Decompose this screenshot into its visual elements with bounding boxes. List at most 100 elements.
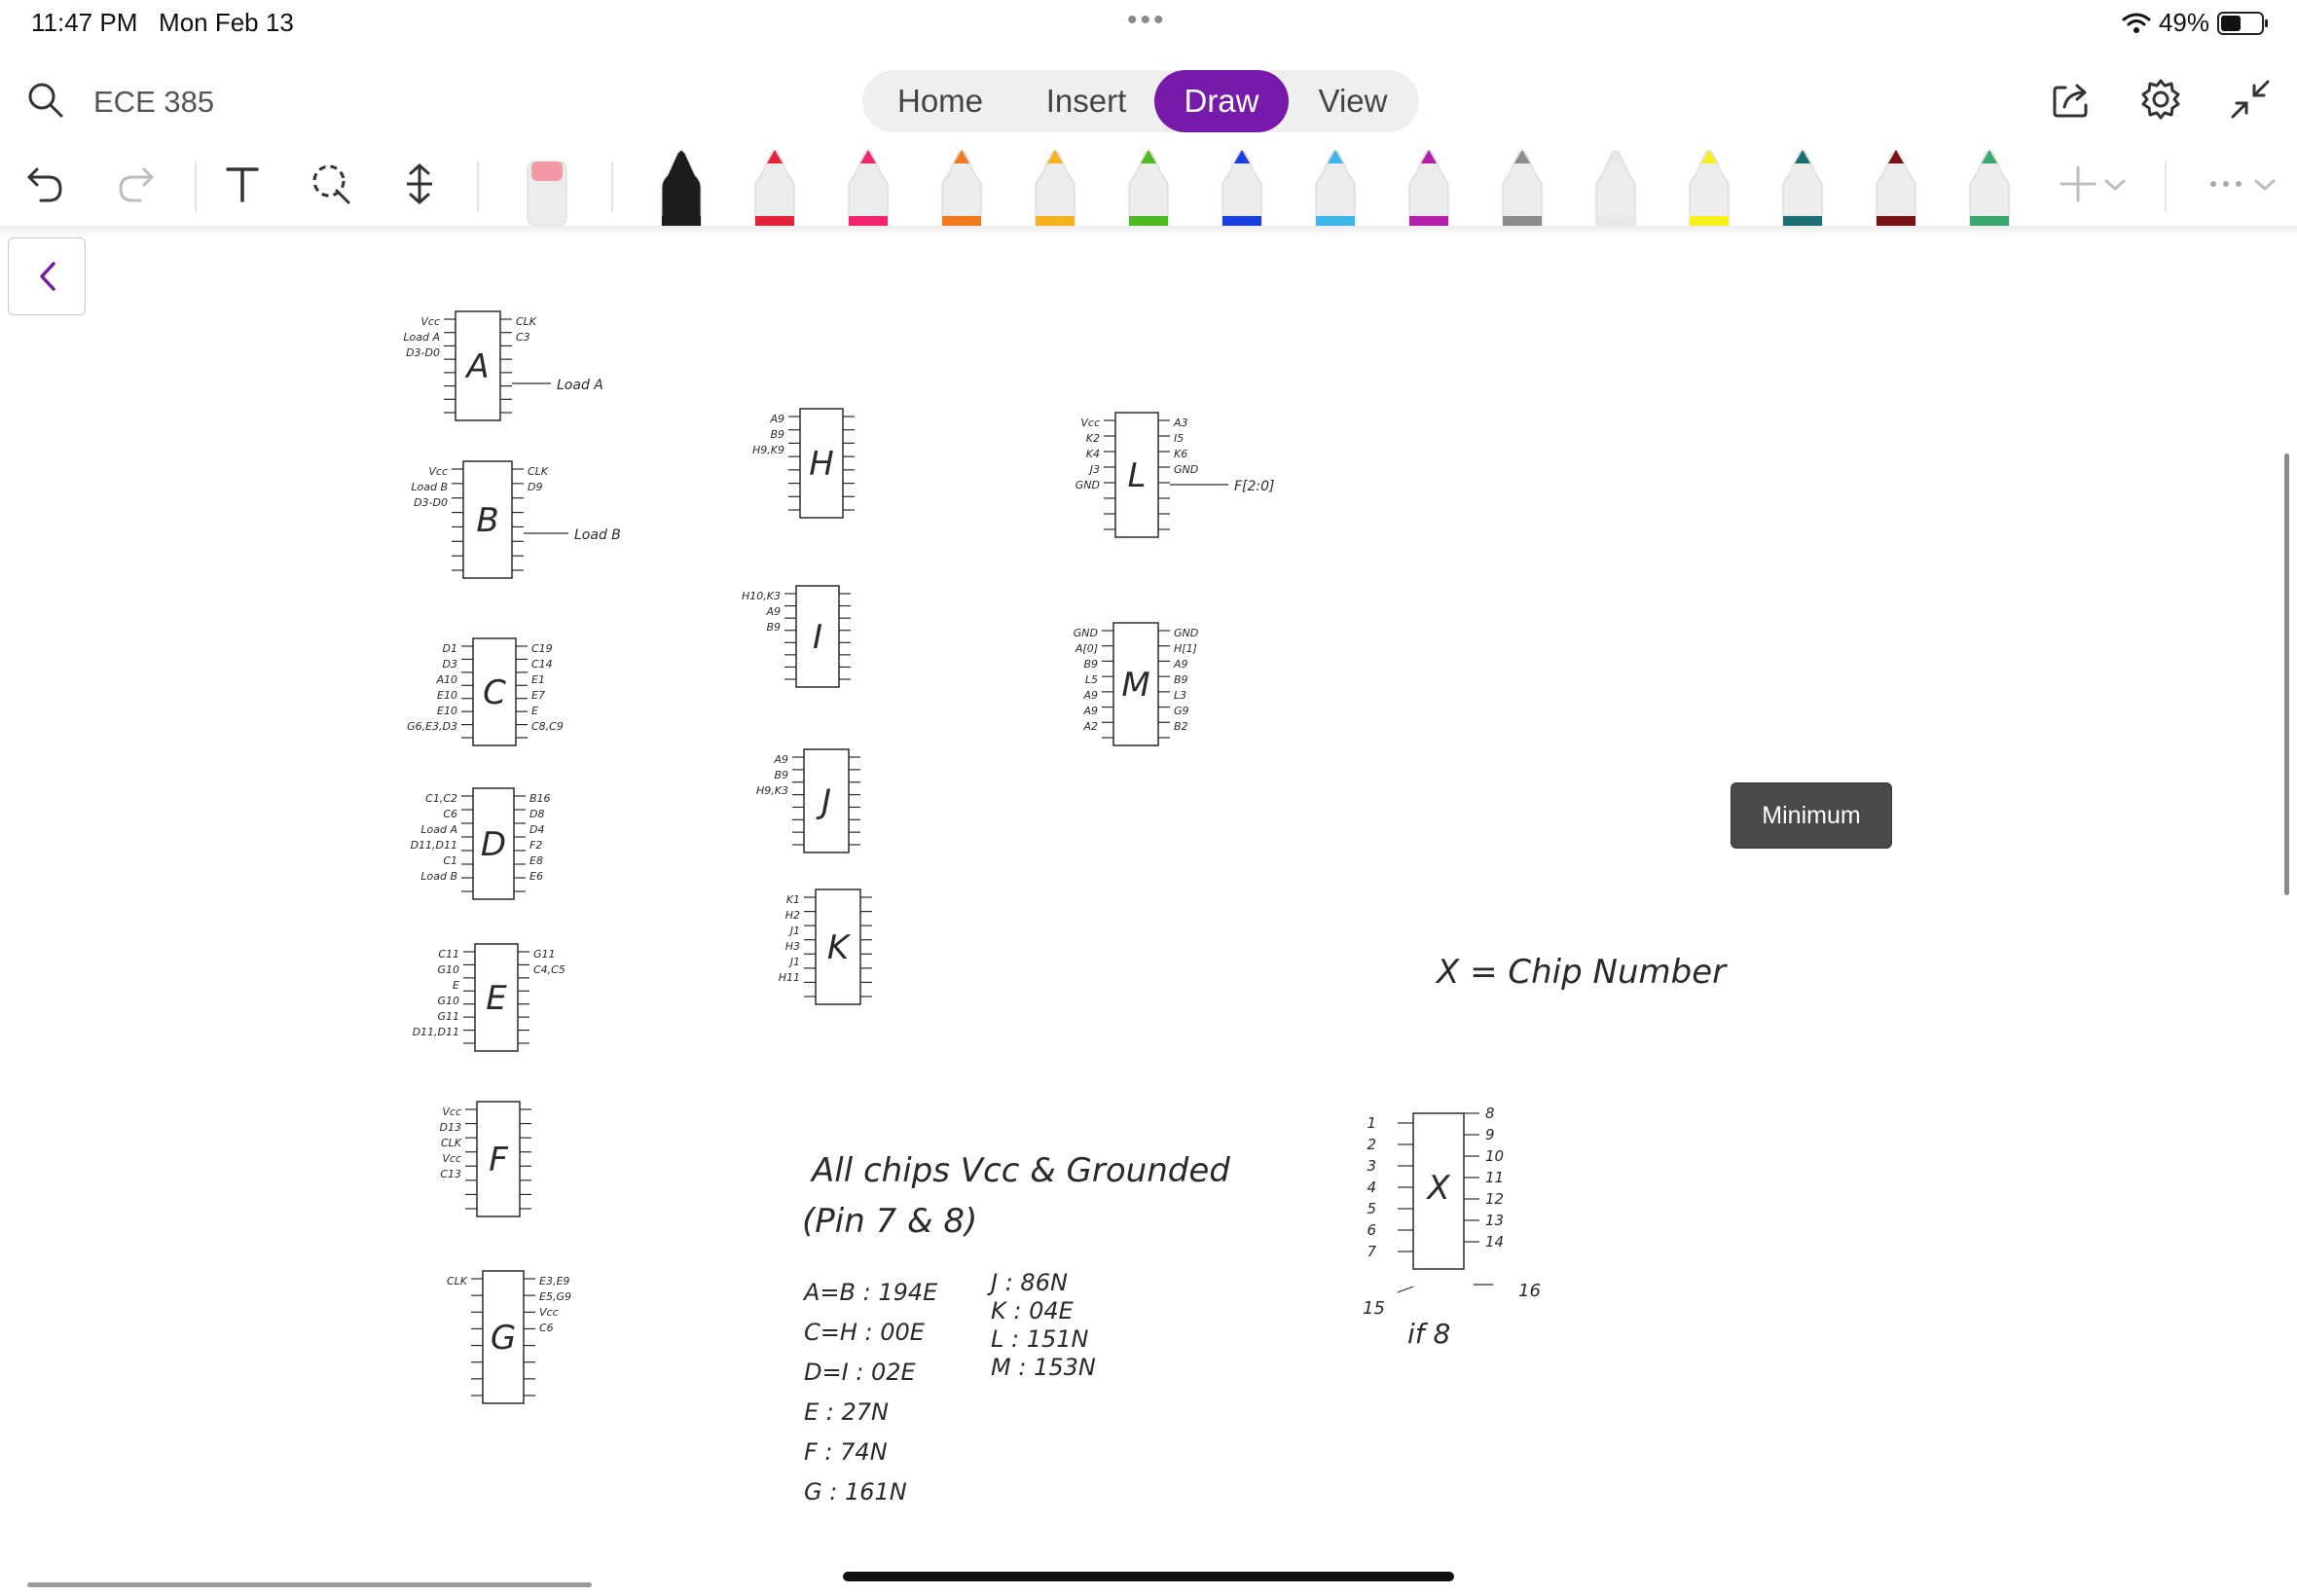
lasso-icon[interactable]	[308, 162, 352, 206]
pin-label: H9,K9	[752, 444, 784, 456]
vertical-scrollbar[interactable]	[2284, 453, 2289, 895]
add-space-icon[interactable]	[397, 162, 442, 206]
tab-view[interactable]: View	[1293, 70, 1413, 132]
pin-label: L3	[1174, 689, 1186, 702]
pin-label: E3,E9	[539, 1275, 569, 1288]
settings-icon[interactable]	[2139, 78, 2182, 121]
pin-label: K1	[786, 893, 800, 906]
chip-b-label: B	[476, 501, 498, 540]
chevron-down-icon[interactable]	[2100, 162, 2130, 206]
wire-label: Load A	[557, 378, 603, 393]
share-icon[interactable]	[2050, 78, 2093, 121]
tab-draw[interactable]: Draw	[1154, 70, 1289, 132]
tab-home[interactable]: Home	[872, 70, 1008, 132]
toolbar-divider	[477, 162, 479, 212]
pin-label: G10	[437, 995, 459, 1007]
all-chips-note: All chips Vcc & Grounded	[810, 1151, 1230, 1190]
chip-l-label: L	[1128, 456, 1147, 495]
pin-number: 10	[1485, 1147, 1504, 1165]
pin-label: CLK	[516, 315, 537, 328]
pin-label: C1	[443, 854, 457, 867]
pin-label: E10	[437, 689, 457, 702]
pin-label: Load A	[403, 331, 440, 344]
pen-dark-red-galaxy[interactable]	[1869, 148, 1923, 226]
pin-label: H3	[785, 940, 800, 953]
pin-label: GND	[1076, 479, 1100, 491]
pin-label: K6	[1174, 448, 1187, 460]
undo-icon[interactable]	[23, 162, 68, 206]
part-list-item: A=B : 194E	[802, 1279, 938, 1306]
part-list-item: K : 04E	[991, 1297, 1075, 1324]
pin-label: G11	[437, 1010, 459, 1023]
pin-label: E	[453, 979, 459, 992]
tab-insert[interactable]: Insert	[1018, 70, 1154, 132]
pin-label: A9	[1082, 705, 1098, 717]
pen-yellow-highlighter[interactable]	[1682, 148, 1736, 226]
note-canvas[interactable]: AVccLoad AD3-D0CLKC3Load ABVccLoad BD3-D…	[0, 237, 2297, 1596]
pin-label: A[0]	[1075, 642, 1098, 655]
pen-gray[interactable]	[1495, 148, 1550, 226]
pen-yellow-orange[interactable]	[1028, 148, 1082, 226]
search-icon[interactable]	[25, 80, 64, 119]
pen-pink[interactable]	[841, 148, 895, 226]
chip-x-label: X	[1425, 1169, 1450, 1208]
chip-j-label: J	[816, 782, 831, 821]
ribbon-tabs: Home Insert Draw View	[862, 70, 1419, 132]
chip-i-label: I	[813, 618, 822, 657]
pen-orange[interactable]	[934, 148, 989, 226]
pin-label: C4,C5	[533, 963, 565, 976]
pin-label: Vcc	[1080, 417, 1100, 429]
home-indicator[interactable]	[843, 1572, 1454, 1581]
pin-label: GND	[1074, 627, 1098, 639]
pin-number: 2	[1367, 1136, 1376, 1153]
more-options-icon[interactable]	[2204, 162, 2248, 206]
pin-label: L5	[1085, 673, 1098, 686]
pen-green[interactable]	[1121, 148, 1176, 226]
pen-rainbow[interactable]	[1962, 148, 2017, 226]
pin-number: 13	[1485, 1212, 1504, 1229]
pin-label: GND	[1174, 627, 1198, 639]
notebook-title[interactable]: ECE 385	[93, 85, 214, 120]
pen-blue[interactable]	[1215, 148, 1269, 226]
toolbar-divider	[195, 162, 197, 212]
add-pen-icon[interactable]	[2056, 162, 2100, 206]
pen-white[interactable]	[1588, 148, 1643, 226]
horizontal-scrollbar[interactable]	[27, 1582, 592, 1587]
pin-label: Vcc	[428, 465, 448, 478]
pin-label: CLK	[447, 1275, 468, 1288]
pin-label: G10	[437, 963, 459, 976]
pen-magenta[interactable]	[1402, 148, 1456, 226]
wire-label: F[2:0]	[1234, 479, 1275, 494]
pin-label: B9	[774, 769, 788, 781]
toolbar-divider	[611, 162, 613, 212]
pin-number: 4	[1367, 1179, 1376, 1196]
multitasking-dots[interactable]: •••	[1127, 4, 1167, 37]
redo-icon[interactable]	[113, 162, 158, 206]
pin-number: 11	[1485, 1169, 1504, 1186]
chip-f-label: F	[489, 1141, 508, 1179]
pen-teal-galaxy[interactable]	[1775, 148, 1830, 226]
pen-light-blue[interactable]	[1308, 148, 1363, 226]
chip-e-label: E	[486, 979, 507, 1018]
pin-label: C6	[443, 808, 457, 820]
pin-label: A10	[435, 673, 457, 686]
collapse-icon[interactable]	[2229, 78, 2272, 121]
text-icon[interactable]	[220, 162, 265, 206]
pin-label: C8,C9	[531, 720, 564, 733]
part-list-item: J : 86N	[987, 1269, 1068, 1296]
pin-label: F2	[529, 839, 542, 852]
chevron-down-icon[interactable]	[2250, 162, 2279, 206]
pen-red[interactable]	[747, 148, 802, 226]
pin-number: 16	[1518, 1281, 1541, 1301]
eraser-tool[interactable]	[520, 148, 574, 226]
pin-label: Load B	[420, 870, 457, 883]
part-list-item: D=I : 02E	[804, 1359, 917, 1386]
pen-black[interactable]	[654, 148, 709, 226]
pin-label: G9	[1174, 705, 1189, 717]
pin-number: 12	[1485, 1190, 1504, 1208]
pin-label: G11	[533, 948, 556, 961]
pin-label: C3	[516, 331, 530, 344]
toolbar-divider	[2165, 162, 2167, 212]
pin-label: J1	[788, 925, 800, 937]
pin-label: B2	[1174, 720, 1188, 733]
